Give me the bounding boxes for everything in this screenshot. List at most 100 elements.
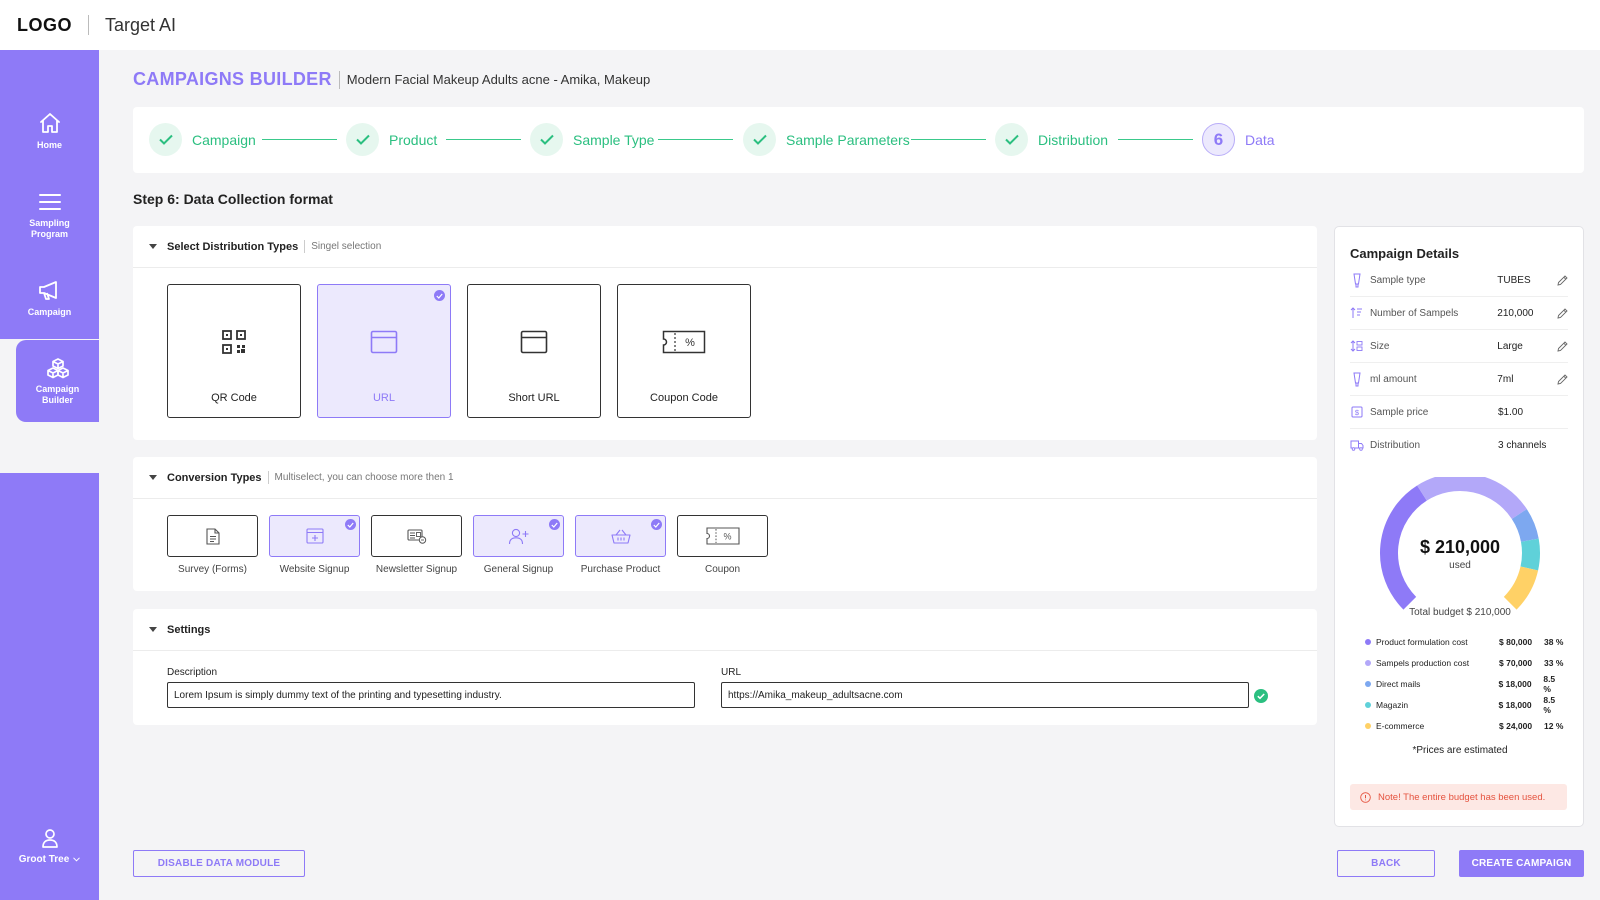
legend-dot: [1365, 680, 1371, 687]
step-label: Distribution: [1038, 131, 1109, 148]
divider: [88, 15, 89, 35]
check-icon: [743, 123, 776, 156]
distribution-option-url[interactable]: URL: [317, 284, 451, 418]
detail-row-sample-type: Sample type TUBES: [1350, 264, 1568, 297]
user-add-icon: [508, 528, 530, 545]
conversion-option-box[interactable]: [269, 515, 360, 557]
panel-title: Select Distribution Types: [167, 240, 299, 253]
step-label: Campaign: [192, 131, 256, 148]
sort-icon: [1350, 307, 1364, 319]
donut-center: $ 210,000 used: [1335, 537, 1585, 571]
detail-row-distribution: Distribution 3 channels: [1350, 429, 1568, 462]
browser-window-icon: [370, 328, 398, 356]
description-input[interactable]: [167, 682, 695, 708]
conversion-option-box[interactable]: %: [677, 515, 768, 557]
step-distribution[interactable]: Distribution: [995, 123, 1108, 156]
url-label: URL: [721, 667, 742, 678]
conversion-option-website-signup[interactable]: Website Signup: [269, 515, 360, 575]
create-campaign-button[interactable]: CREATE CAMPAIGN: [1459, 850, 1584, 877]
sidebar-item-label: Campaign Builder: [35, 383, 80, 405]
step-campaign[interactable]: Campaign: [149, 123, 256, 156]
menu-icon: [38, 192, 62, 212]
logo[interactable]: LOGO: [17, 15, 72, 36]
legend-label: Direct mails: [1375, 678, 1421, 689]
step-label: Sample Type: [573, 131, 655, 148]
distribution-option-coupon-code[interactable]: % Coupon Code: [617, 284, 751, 418]
campaign-details-card: Campaign Details Sample type TUBES Numbe…: [1334, 226, 1584, 827]
conversion-option-coupon[interactable]: % Coupon: [677, 515, 768, 575]
settings-panel: Settings Description URL: [133, 609, 1317, 725]
caret-down-icon[interactable]: [149, 627, 157, 632]
conversion-option-general-signup[interactable]: General Signup: [473, 515, 564, 575]
legend-item: Product formulation cost $ 80,000 38 %: [1365, 631, 1565, 652]
conversion-option-box[interactable]: [371, 515, 462, 557]
panel-title: Conversion Types: [167, 471, 262, 484]
conversion-panel: Conversion Types Multiselect, you can ch…: [133, 457, 1317, 591]
donut-used-label: used: [1449, 560, 1471, 571]
distribution-option-label: URL: [372, 392, 395, 404]
sidebar-item-sampling-program[interactable]: Sampling Program: [0, 192, 99, 240]
distribution-panel-header[interactable]: Select Distribution Types Singel selecti…: [133, 226, 1317, 268]
budget-warning: Note! The entire budget has been used.: [1350, 784, 1567, 810]
panel-subtitle: Multiselect, you can choose more then 1: [274, 472, 454, 483]
check-icon: [346, 123, 379, 156]
step-data[interactable]: 6 Data: [1202, 123, 1275, 156]
pencil-icon[interactable]: [1557, 274, 1568, 286]
check-badge-icon: [651, 519, 662, 530]
panel-title: Settings: [167, 623, 211, 636]
distribution-option-label: Coupon Code: [650, 392, 718, 404]
svg-text:$: $: [1355, 408, 1360, 417]
donut-amount: $ 210,000: [1419, 537, 1501, 557]
detail-value: 3 channels: [1498, 440, 1547, 451]
pencil-icon[interactable]: [1557, 373, 1568, 385]
detail-value: Large: [1497, 340, 1523, 352]
step-connector: [446, 139, 521, 140]
conversion-option-label: General Signup: [483, 564, 554, 575]
conversion-option-newsletter-signup[interactable]: Newsletter Signup: [371, 515, 462, 575]
pencil-icon[interactable]: [1557, 340, 1568, 352]
coupon-icon: %: [705, 527, 740, 545]
detail-label: ml amount: [1369, 373, 1417, 385]
panel-subtitle: Singel selection: [311, 241, 382, 252]
legend-amount: $ 24,000: [1499, 720, 1533, 731]
user-menu[interactable]: Groot Tree: [0, 828, 99, 865]
check-icon: [149, 123, 182, 156]
detail-row-size: Size Large: [1350, 330, 1568, 363]
sidebar-item-campaign[interactable]: Campaign: [0, 279, 99, 318]
step-sample-parameters[interactable]: Sample Parameters: [743, 123, 910, 156]
pencil-icon[interactable]: [1557, 307, 1568, 319]
url-field-group: URL: [721, 667, 1249, 708]
divider: [267, 471, 269, 484]
distribution-option-short-url[interactable]: Short URL: [467, 284, 601, 418]
conversion-option-purchase-product[interactable]: Purchase Product: [575, 515, 666, 575]
top-bar: LOGO Target AI: [0, 0, 1600, 50]
caret-down-icon[interactable]: [149, 244, 157, 249]
distribution-option-qr-code[interactable]: QR Code: [167, 284, 301, 418]
conversion-option-box[interactable]: [167, 515, 258, 557]
sidebar-item-campaign-builder[interactable]: Campaign Builder: [16, 340, 99, 422]
caret-down-icon[interactable]: [149, 475, 157, 480]
conversion-option-box[interactable]: [473, 515, 564, 557]
legend-amount: $ 80,000: [1499, 636, 1533, 647]
conversion-panel-header[interactable]: Conversion Types Multiselect, you can ch…: [133, 457, 1317, 499]
step-heading: Step 6: Data Collection format: [133, 191, 333, 207]
basket-icon: [610, 529, 631, 544]
conversion-option-label: Purchase Product: [580, 564, 661, 575]
disable-data-module-button[interactable]: DISABLE DATA MODULE: [133, 850, 305, 877]
sidebar-item-home[interactable]: Home: [0, 112, 99, 151]
step-product[interactable]: Product: [346, 123, 437, 156]
detail-row-ml-amount: ml amount 7ml: [1350, 363, 1568, 396]
detail-label: Sample type: [1369, 274, 1426, 286]
step-sample-type[interactable]: Sample Type: [530, 123, 654, 156]
donut-segment: [1503, 566, 1539, 610]
settings-panel-header[interactable]: Settings: [133, 609, 1317, 651]
divider: [304, 240, 306, 253]
check-icon: [530, 123, 563, 156]
conversion-option-survey[interactable]: Survey (Forms): [167, 515, 258, 575]
detail-value: 7ml: [1497, 373, 1514, 385]
url-input[interactable]: [721, 682, 1249, 708]
conversion-option-box[interactable]: [575, 515, 666, 557]
browser-window-icon: [520, 328, 548, 356]
app-name: Target AI: [105, 14, 177, 35]
back-button[interactable]: BACK: [1337, 850, 1435, 877]
